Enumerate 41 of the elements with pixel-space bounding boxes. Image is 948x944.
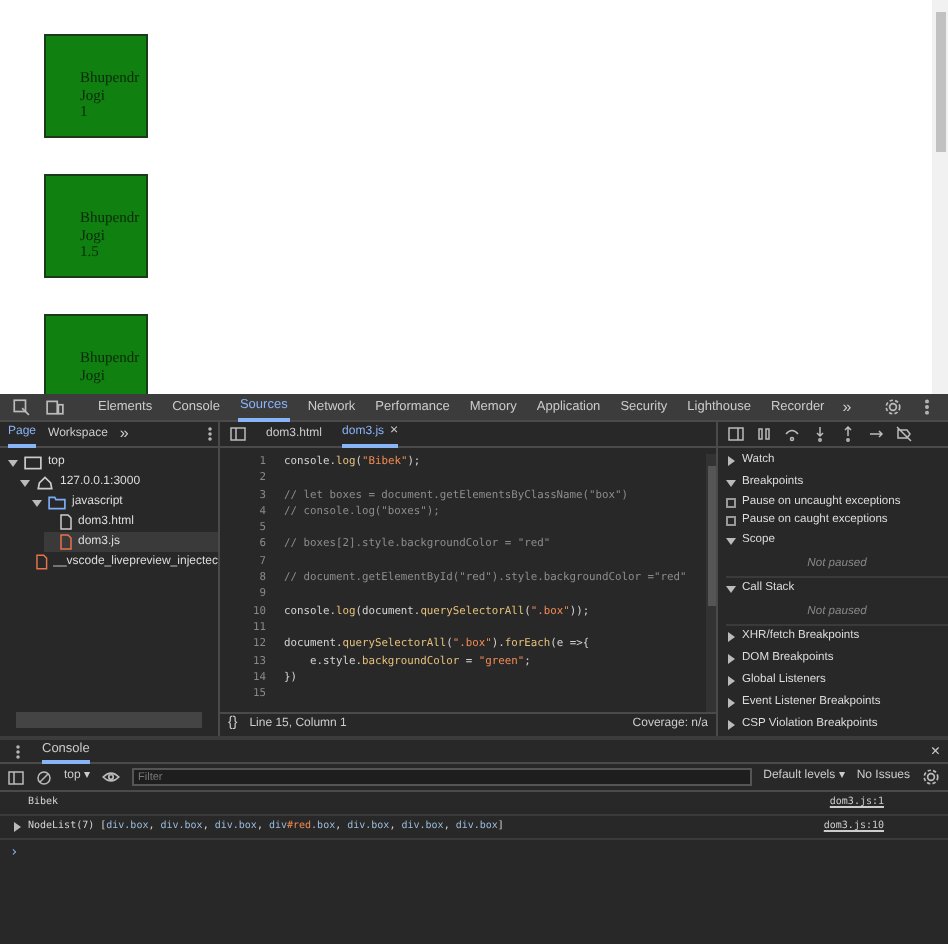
folder-icon [48,495,66,509]
file-icon [60,514,72,530]
settings-icon[interactable] [883,398,902,416]
checkbox[interactable] [726,498,736,508]
expanded-triangle-icon[interactable] [726,478,736,488]
sidebar-toggle-icon[interactable] [230,426,246,442]
checkbox[interactable] [726,516,736,526]
expanded-triangle-icon[interactable] [726,536,736,546]
horizontal-scrollbar[interactable] [16,712,202,728]
scrollbar[interactable] [932,0,948,394]
collapsed-triangle-icon[interactable] [726,654,736,664]
expanded-triangle-icon[interactable] [20,477,30,487]
frame-icon [24,455,42,469]
vertical-scrollbar[interactable] [706,454,716,712]
more-tabs-button[interactable]: » [842,395,852,419]
inspect-icon[interactable] [12,398,30,416]
kebab-menu-icon[interactable] [10,743,26,759]
clear-icon[interactable] [36,769,52,785]
collapsed-triangle-icon[interactable] [726,456,736,466]
collapsed-triangle-icon[interactable] [726,632,736,642]
step-out-icon[interactable] [840,426,856,442]
expanded-triangle-icon[interactable] [32,497,42,507]
sidebar-toggle-icon[interactable] [728,426,744,442]
collapsed-triangle-icon[interactable] [726,698,736,708]
expanded-triangle-icon[interactable] [8,457,18,467]
step-over-icon[interactable] [784,426,800,442]
step-into-icon[interactable] [812,426,828,442]
collapsed-triangle-icon[interactable] [12,822,22,832]
eye-icon[interactable] [102,768,121,786]
expanded-triangle-icon[interactable] [726,584,736,594]
step-icon[interactable] [868,426,884,442]
sidebar-toggle-icon[interactable] [8,769,24,785]
close-drawer-button[interactable]: × [930,739,940,763]
deactivate-breakpoints-icon[interactable] [896,426,912,442]
more-button[interactable]: » [119,422,129,446]
settings-icon[interactable] [922,768,940,786]
kebab-menu-icon[interactable] [202,426,218,442]
device-icon[interactable] [46,398,64,416]
collapsed-triangle-icon[interactable] [726,676,736,686]
pause-icon[interactable] [756,426,772,442]
collapsed-triangle-icon[interactable] [726,720,736,730]
